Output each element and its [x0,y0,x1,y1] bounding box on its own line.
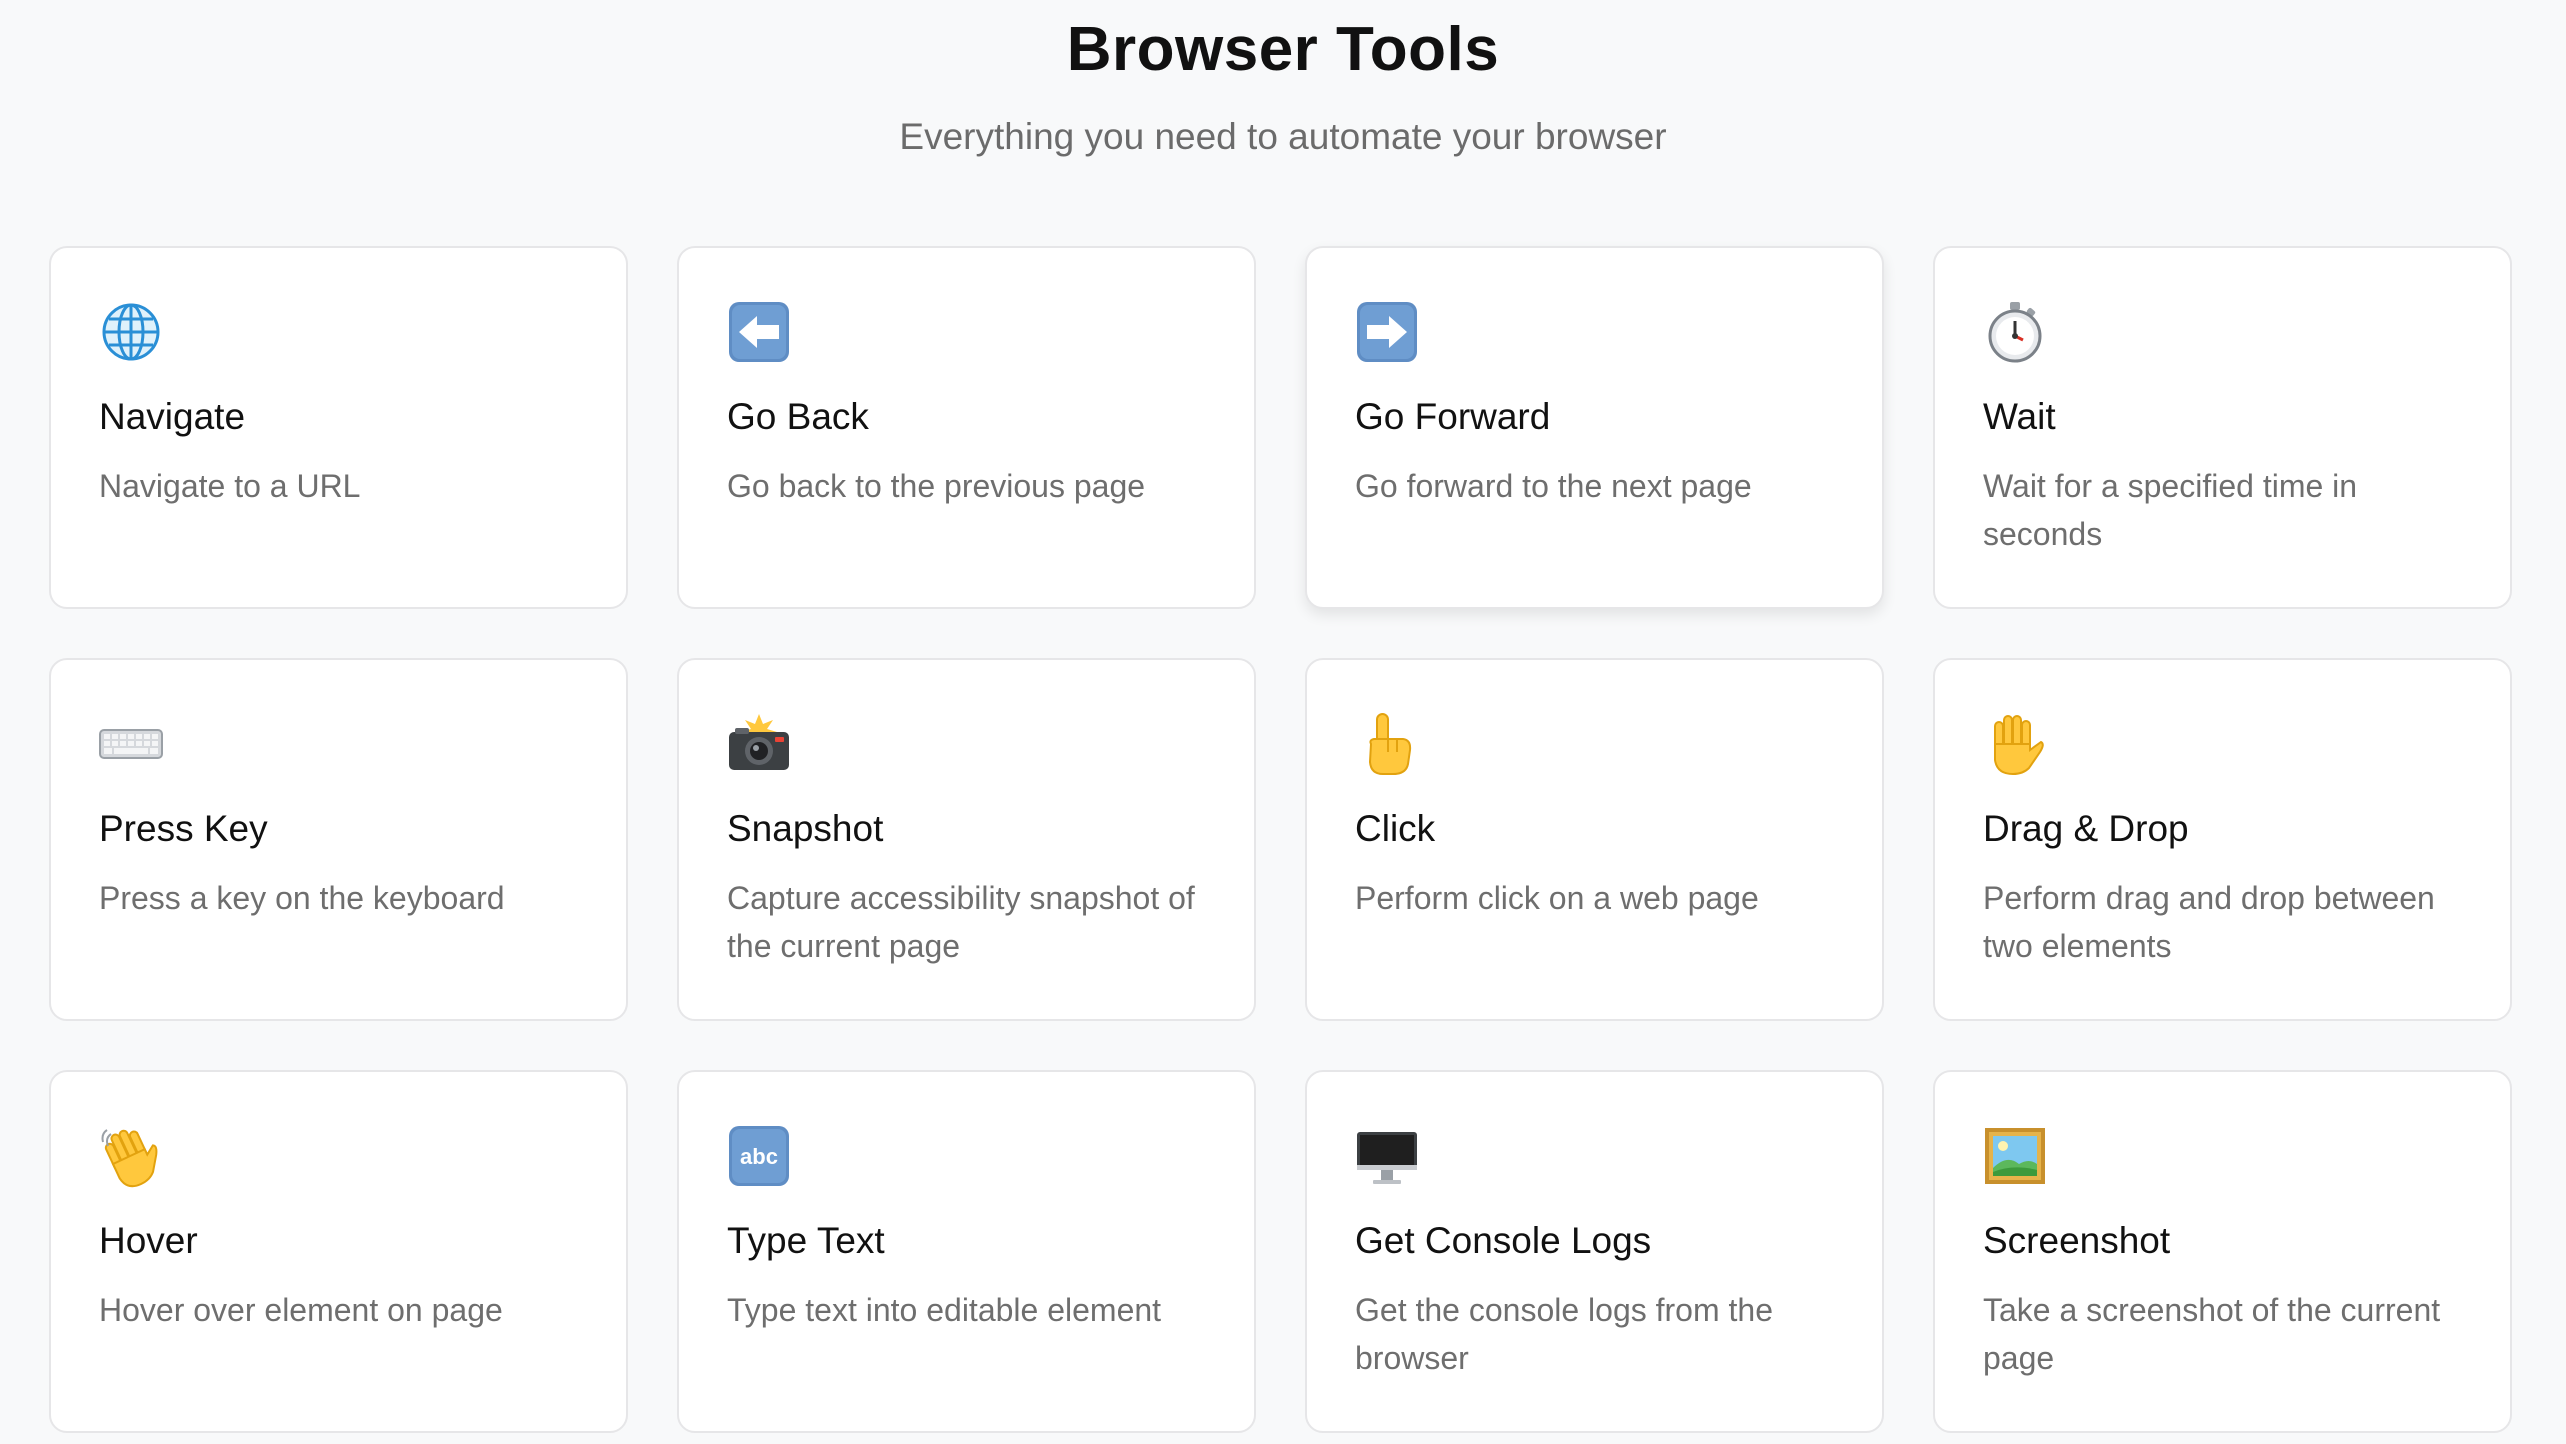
tool-description: Press a key on the keyboard [99,880,505,916]
tool-title: Type Text [727,1220,885,1261]
tool-title: Drag & Drop [1983,808,2189,849]
tool-card-press-key[interactable]: Press Key Press a key on the keyboard [49,658,628,1021]
tool-card-click[interactable]: Click Perform click on a web page [1305,658,1884,1021]
page-title: Browser Tools [1066,15,1500,84]
tool-description: Go forward to the next page [1355,468,1752,504]
abc-icon-label: abc [740,1144,778,1169]
tool-card-wait[interactable]: Wait Wait for a specified time in second… [1933,246,2512,609]
tool-description: Take a screenshot of the current page [1983,1292,2441,1376]
tool-card-screenshot[interactable]: Screenshot Take a screenshot of the curr… [1933,1070,2512,1433]
tool-card-go-forward[interactable]: Go Forward Go forward to the next page [1305,246,1884,609]
waving-hand-icon [99,1124,163,1188]
tool-description: Navigate to a URL [99,468,361,504]
left-arrow-icon [727,300,791,364]
keyboard-icon [99,712,163,776]
tool-description: Capture accessibility snapshot of the cu… [727,880,1195,964]
raised-hand-icon [1983,712,2047,776]
tool-description: Perform click on a web page [1355,880,1759,916]
tool-description: Perform drag and drop between two elemen… [1983,880,2435,964]
browser-tools-page: Browser Tools Everything you need to aut… [0,0,2566,1444]
right-arrow-icon [1355,300,1419,364]
stopwatch-icon [1983,300,2047,364]
tool-description: Type text into editable element [727,1292,1162,1328]
tool-description: Go back to the previous page [727,468,1146,504]
tool-title: Navigate [99,396,246,437]
framed-picture-icon [1983,1124,2047,1188]
tool-card-type-text[interactable]: abc Type Text Type text into editable el… [677,1070,1256,1433]
tool-card-get-console-logs[interactable]: Get Console Logs Get the console logs fr… [1305,1070,1884,1433]
desktop-computer-icon [1355,1124,1419,1188]
tool-title: Go Forward [1355,396,1551,437]
tool-title: Press Key [99,808,268,849]
page-subtitle: Everything you need to automate your bro… [899,116,1667,157]
tool-card-hover[interactable]: Hover Hover over element on page [49,1070,628,1433]
tool-description: Hover over element on page [99,1292,503,1328]
tool-description: Get the console logs from the browser [1355,1292,1773,1376]
tool-title: Screenshot [1983,1220,2171,1261]
tool-title: Click [1355,808,1436,849]
tool-title: Snapshot [727,808,884,849]
tool-card-drag-drop[interactable]: Drag & Drop Perform drag and drop betwee… [1933,658,2512,1021]
tool-description: Wait for a specified time in seconds [1983,468,2358,552]
tool-card-go-back[interactable]: Go Back Go back to the previous page [677,246,1256,609]
tools-grid: Navigate Navigate to a URL Go Back Go ba… [49,246,2512,1433]
camera-flash-icon [727,712,791,776]
tool-title: Go Back [727,396,869,437]
tool-title: Get Console Logs [1355,1220,1652,1261]
tool-title: Hover [99,1220,198,1261]
tool-title: Wait [1983,396,2056,437]
abc-icon: abc [727,1124,791,1188]
pointing-finger-icon [1355,712,1419,776]
tool-card-snapshot[interactable]: Snapshot Capture accessibility snapshot … [677,658,1256,1021]
tool-card-navigate[interactable]: Navigate Navigate to a URL [49,246,628,609]
globe-icon [99,300,163,364]
